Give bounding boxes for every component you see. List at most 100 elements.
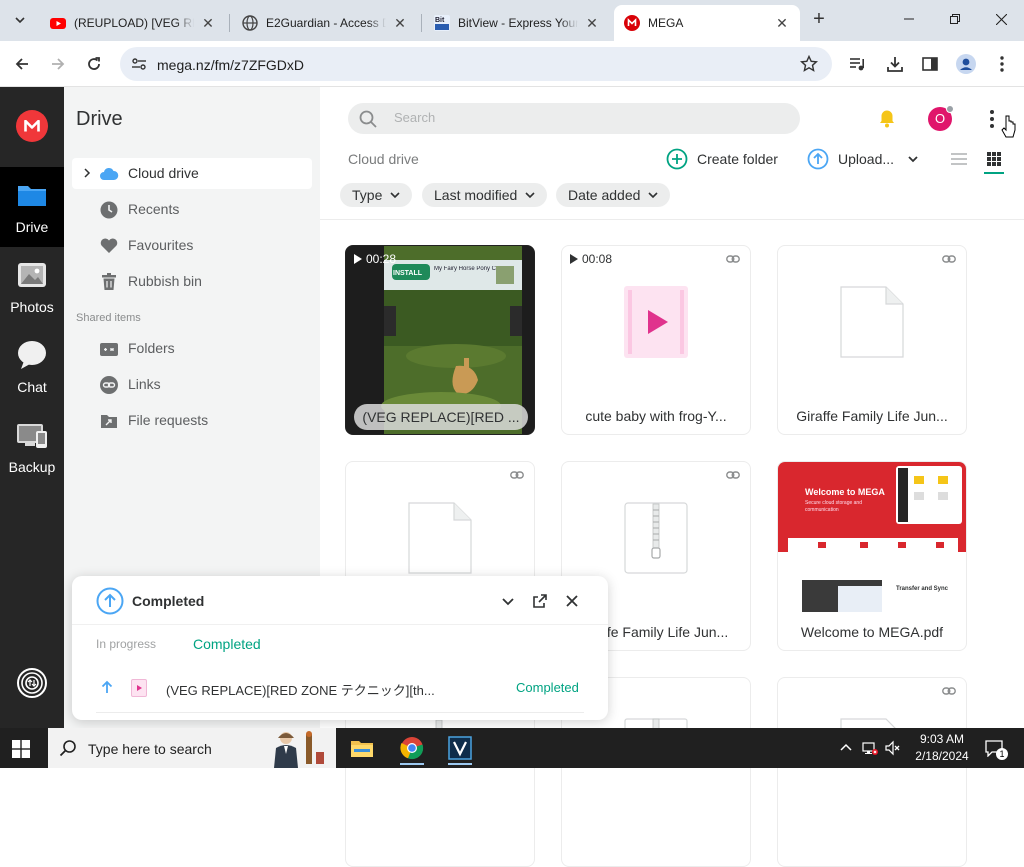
browser-menu-button[interactable] <box>992 54 1012 74</box>
side-panel-button[interactable] <box>920 54 940 74</box>
link-icon[interactable] <box>726 470 740 480</box>
sidebar-item-rubbish-bin[interactable]: Rubbish bin <box>72 266 312 297</box>
new-tab-button[interactable]: + <box>808 9 830 31</box>
notifications-bell-icon[interactable] <box>876 107 898 129</box>
video-file-icon <box>624 286 688 358</box>
sidebar-item-recents[interactable]: Recents <box>72 194 312 225</box>
close-tab-icon[interactable]: ✕ <box>584 15 600 31</box>
file-card[interactable]: 00:08 cute baby with frog-Y... <box>561 245 751 435</box>
forward-button[interactable] <box>45 51 71 77</box>
back-button[interactable] <box>9 51 35 77</box>
mega-logo[interactable] <box>16 110 48 142</box>
taskbar-search[interactable]: Type here to search <box>48 728 336 768</box>
restore-icon <box>950 14 960 24</box>
mega-icon <box>624 15 640 31</box>
reload-icon <box>88 57 100 70</box>
close-tab-icon[interactable]: ✕ <box>774 15 790 31</box>
sidebar-item-folders[interactable]: Folders <box>72 333 312 364</box>
search-bar[interactable] <box>348 103 800 134</box>
file-card[interactable]: INSTALL My Fairy Horse Pony Care... 00:2… <box>345 245 535 435</box>
create-folder-button[interactable]: Create folder <box>666 147 778 171</box>
taskbar-clock[interactable]: 9:03 AM 2/18/2024 <box>908 731 976 765</box>
link-icon[interactable] <box>942 254 956 264</box>
minimize-icon <box>904 18 914 20</box>
bookmark-star-icon[interactable] <box>800 55 818 73</box>
file-card[interactable]: Welcome to MEGA Secure cloud storage and… <box>777 461 967 651</box>
sidebar-item-links[interactable]: Links <box>72 369 312 400</box>
chevron-down-icon <box>525 192 535 199</box>
tab-mega[interactable]: MEGA ✕ <box>614 5 800 41</box>
list-view-icon[interactable] <box>949 149 969 169</box>
upload-circle-icon <box>96 587 124 615</box>
sidebar-item-favourites[interactable]: Favourites <box>72 230 312 261</box>
close-icon[interactable] <box>564 593 580 609</box>
rail-item-photos[interactable]: Photos <box>0 247 64 327</box>
taskbar-chrome[interactable] <box>394 732 430 765</box>
link-icon[interactable] <box>942 686 956 696</box>
side-panel-icon <box>922 57 938 71</box>
windows-start-icon[interactable] <box>12 740 30 758</box>
close-window-button[interactable] <box>978 0 1024 38</box>
link-icon[interactable] <box>510 470 524 480</box>
upload-button[interactable]: Upload... <box>807 147 918 171</box>
file-name: cute baby with frog-Y... <box>585 408 727 424</box>
chevron-down-icon <box>648 192 658 199</box>
grid-view-icon[interactable] <box>984 149 1004 169</box>
tab-in-progress[interactable]: In progress <box>96 637 156 651</box>
more-vertical-icon[interactable] <box>984 107 1000 131</box>
filter-date-added[interactable]: Date added <box>556 183 671 207</box>
pdf-heading-text: Welcome to MEGA <box>805 487 885 497</box>
rail-label: Photos <box>10 299 54 315</box>
network-icon[interactable] <box>862 740 878 756</box>
sidebar-item-cloud-drive[interactable]: Cloud drive <box>72 158 312 189</box>
address-bar[interactable]: mega.nz/fm/z7ZFGDxD <box>120 47 832 81</box>
transfer-title: Completed <box>132 593 205 609</box>
rail-item-drive[interactable]: Drive <box>0 167 64 247</box>
chevron-down-icon <box>908 156 918 163</box>
rail-item-backup[interactable]: Backup <box>0 407 64 487</box>
close-tab-icon[interactable]: ✕ <box>392 15 408 31</box>
sidebar-item-label: Folders <box>128 340 175 356</box>
tab-youtube[interactable]: (REUPLOAD) [VEG REPLACE] ✕ <box>40 5 226 41</box>
media-control-button[interactable] <box>848 54 868 74</box>
minimize-button[interactable] <box>886 0 932 38</box>
tab-title: E2Guardian - Access Denied <box>266 16 386 30</box>
chevron-up-icon[interactable] <box>838 740 854 756</box>
site-settings-icon[interactable] <box>131 56 147 72</box>
tab-separator <box>421 14 422 32</box>
sidebar-item-label: File requests <box>128 412 209 428</box>
filter-type[interactable]: Type <box>340 183 413 207</box>
profile-button[interactable] <box>956 54 976 74</box>
transfer-manager-icon[interactable] <box>16 667 48 699</box>
chevron-down-icon <box>390 192 400 199</box>
close-tab-icon[interactable]: ✕ <box>200 15 216 31</box>
filter-last-modified[interactable]: Last modified <box>422 183 548 207</box>
file-card[interactable]: Giraffe Family Life Jun... <box>777 245 967 435</box>
reload-button[interactable] <box>81 51 107 77</box>
link-icon[interactable] <box>726 254 740 264</box>
tab-e2guardian[interactable]: E2Guardian - Access Denied ✕ <box>232 5 418 41</box>
tab-completed[interactable]: Completed <box>193 636 261 652</box>
restore-button[interactable] <box>932 0 978 38</box>
rail-label: Chat <box>17 379 47 395</box>
popout-icon[interactable] <box>532 593 548 609</box>
breadcrumb[interactable]: Cloud drive <box>348 151 419 167</box>
tab-bitview[interactable]: Bit BitView - Express Yourself ✕ <box>424 5 610 41</box>
tab-search-button[interactable] <box>8 8 32 32</box>
file-card[interactable] <box>777 677 967 867</box>
search-input[interactable] <box>394 110 774 125</box>
thumb-install-text: INSTALL <box>393 270 423 277</box>
downloads-button[interactable] <box>885 54 905 74</box>
rail-item-chat[interactable]: Chat <box>0 327 64 407</box>
taskbar-v-app[interactable] <box>442 732 478 765</box>
active-app-indicator <box>448 763 472 765</box>
tab-title: (REUPLOAD) [VEG REPLACE] <box>74 16 194 30</box>
chevron-down-icon[interactable] <box>500 593 516 609</box>
speaker-muted-icon[interactable] <box>885 740 901 756</box>
chevron-right-icon[interactable] <box>81 167 93 179</box>
notification-count-badge: 1 <box>996 748 1008 760</box>
sidebar-item-file-requests[interactable]: File requests <box>72 405 312 436</box>
taskbar-file-explorer[interactable] <box>344 732 380 764</box>
globe-icon <box>242 15 258 31</box>
chevron-down-icon <box>15 17 25 24</box>
